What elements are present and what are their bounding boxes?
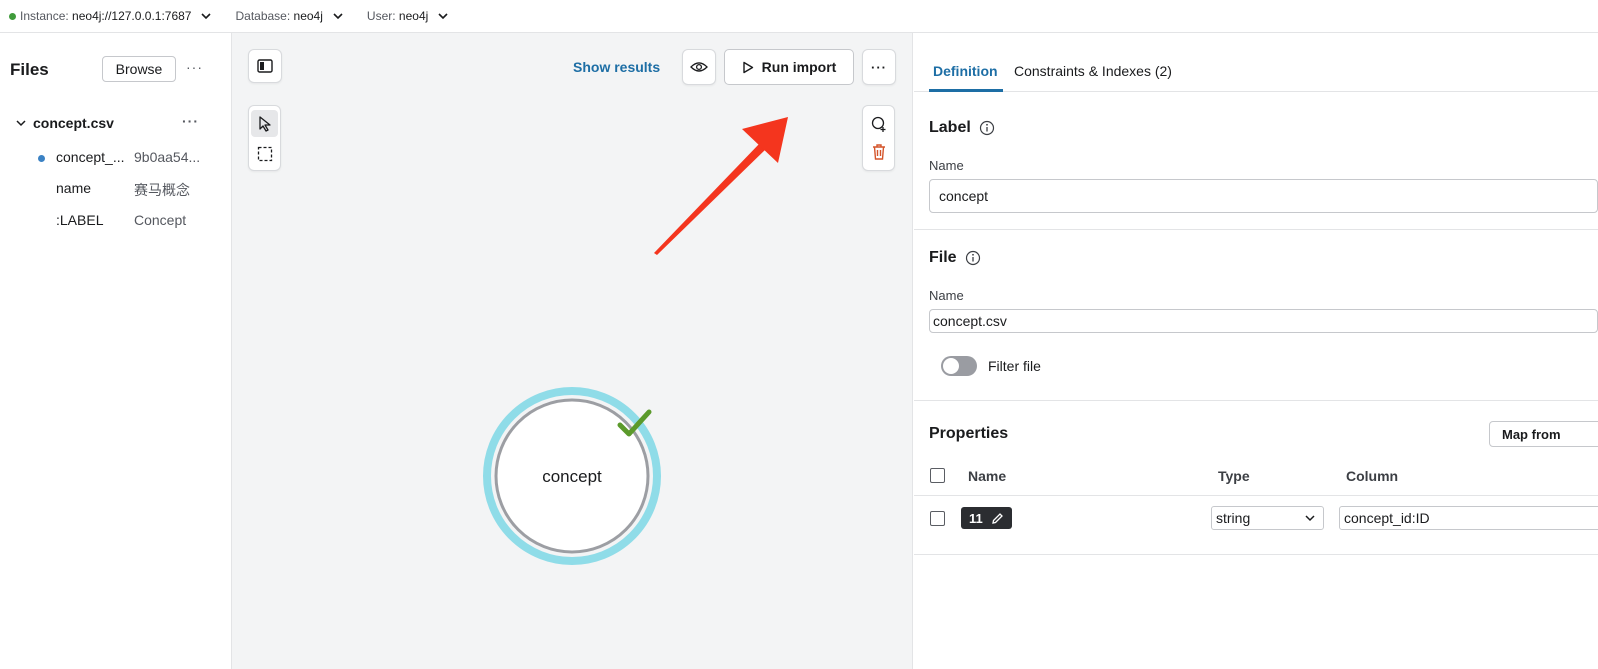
select-tool-button[interactable] <box>251 110 278 137</box>
marquee-select-icon <box>257 146 272 162</box>
file-property-key: concept_... <box>56 149 125 165</box>
column-header-type: Type <box>1218 468 1250 484</box>
label-name-input[interactable]: concept <box>929 179 1598 213</box>
chevron-down-icon[interactable] <box>14 116 28 130</box>
files-panel: Files Browse ··· concept.csv ··· concept… <box>0 33 232 669</box>
preview-button[interactable] <box>682 49 716 85</box>
row-checkbox[interactable] <box>930 511 945 526</box>
show-results-link[interactable]: Show results <box>573 59 660 75</box>
file-name-select[interactable]: concept.csv <box>929 309 1598 333</box>
box-select-tool-button[interactable] <box>251 142 278 166</box>
node-label: concept <box>542 467 602 486</box>
user-value: neo4j <box>398 9 429 23</box>
map-from-button[interactable]: Map from <box>1489 421 1598 447</box>
pencil-icon[interactable] <box>991 512 1004 525</box>
chevron-down-icon <box>201 13 212 20</box>
add-node-icon <box>871 116 885 132</box>
property-name-value: 11 <box>969 510 983 526</box>
info-icon[interactable] <box>965 250 981 266</box>
file-property-value: 9b0aa54... <box>134 149 201 165</box>
chevron-down-icon <box>1305 515 1315 522</box>
file-section-heading: File <box>929 249 957 266</box>
filter-file-toggle[interactable] <box>941 356 977 376</box>
panel-tabs: Definition Constraints & Indexes (2) <box>914 33 1598 92</box>
file-property-row[interactable]: :LABEL Concept <box>36 212 226 228</box>
file-property-row[interactable]: name 赛马概念 <box>36 180 226 200</box>
model-canvas[interactable]: Show results Run import ··· concept <box>232 33 913 669</box>
property-column-select[interactable]: concept_id:ID <box>1339 506 1598 530</box>
label-name-field-label: Name <box>929 158 964 173</box>
file-property-value: Concept <box>134 212 187 228</box>
sidebar-icon <box>257 59 273 73</box>
database-selector[interactable]: Database: neo4j <box>235 9 344 23</box>
run-import-label: Run import <box>761 59 837 75</box>
connection-bar: Instance: neo4j://127.0.0.1:7687 Databas… <box>0 0 1598 33</box>
property-type-value: string <box>1216 510 1251 526</box>
graph-node[interactable]: concept <box>482 387 662 567</box>
user-selector[interactable]: User: neo4j <box>367 9 450 23</box>
browse-button[interactable]: Browse <box>102 56 176 82</box>
trash-icon <box>872 144 885 160</box>
chevron-down-icon <box>438 13 448 20</box>
database-label: Database: <box>235 9 291 23</box>
properties-section-title: Properties <box>929 425 1009 442</box>
file-property-value: 赛马概念 <box>134 182 190 198</box>
tab-definition[interactable]: Definition <box>933 63 998 79</box>
label-section-title: Label <box>929 119 995 137</box>
run-import-button[interactable]: Run import <box>724 49 854 85</box>
annotation-arrow-icon <box>654 117 788 255</box>
filter-file-label: Filter file <box>988 358 1041 374</box>
file-name-field-label: Name <box>929 288 964 303</box>
files-title: Files <box>10 60 49 79</box>
property-type-select[interactable]: string <box>1211 506 1324 530</box>
table-header-divider <box>914 495 1598 496</box>
tab-constraints-indexes[interactable]: Constraints & Indexes (2) <box>1014 63 1172 79</box>
delete-button[interactable] <box>871 138 887 166</box>
file-property-row[interactable]: concept_... 9b0aa54... <box>36 149 226 165</box>
instance-label: Instance: <box>20 9 69 23</box>
checkmark-icon <box>617 409 652 437</box>
database-value: neo4j <box>293 9 323 23</box>
selection-toolbar <box>248 105 281 171</box>
file-name: concept.csv <box>33 115 114 131</box>
select-all-checkbox[interactable] <box>930 468 945 483</box>
file-item[interactable]: concept.csv ··· <box>14 113 214 133</box>
instance-selector[interactable]: Instance: neo4j://127.0.0.1:7687 <box>0 9 213 23</box>
info-icon[interactable] <box>979 120 995 136</box>
active-tab-indicator <box>929 89 1003 92</box>
chevron-down-icon <box>333 13 343 20</box>
file-section-title: File <box>929 249 981 267</box>
section-divider <box>914 400 1598 401</box>
eye-icon <box>690 62 708 72</box>
user-label: User: <box>366 9 396 23</box>
section-divider <box>914 229 1598 230</box>
property-name-chip[interactable]: 11 <box>961 507 1012 529</box>
id-key-dot-icon <box>38 155 45 162</box>
column-header-name: Name <box>968 468 1007 484</box>
toggle-sidebar-button[interactable] <box>248 49 282 83</box>
cursor-icon <box>258 115 271 132</box>
file-more-button[interactable]: ··· <box>182 113 199 129</box>
node-actions-toolbar <box>862 105 895 171</box>
file-property-key: :LABEL <box>56 212 104 228</box>
column-header-column: Column <box>1346 468 1399 484</box>
canvas-more-button[interactable]: ··· <box>862 49 896 85</box>
connection-status-icon <box>9 12 16 20</box>
play-icon <box>742 61 753 73</box>
table-row-divider <box>914 554 1598 555</box>
file-property-key: name <box>56 180 92 196</box>
instance-value: neo4j://127.0.0.1:7687 <box>72 9 192 23</box>
definition-panel: Definition Constraints & Indexes (2) Lab… <box>914 33 1598 669</box>
add-node-button[interactable] <box>870 110 888 138</box>
files-more-button[interactable]: ··· <box>186 59 203 75</box>
label-section-heading: Label <box>929 119 971 136</box>
